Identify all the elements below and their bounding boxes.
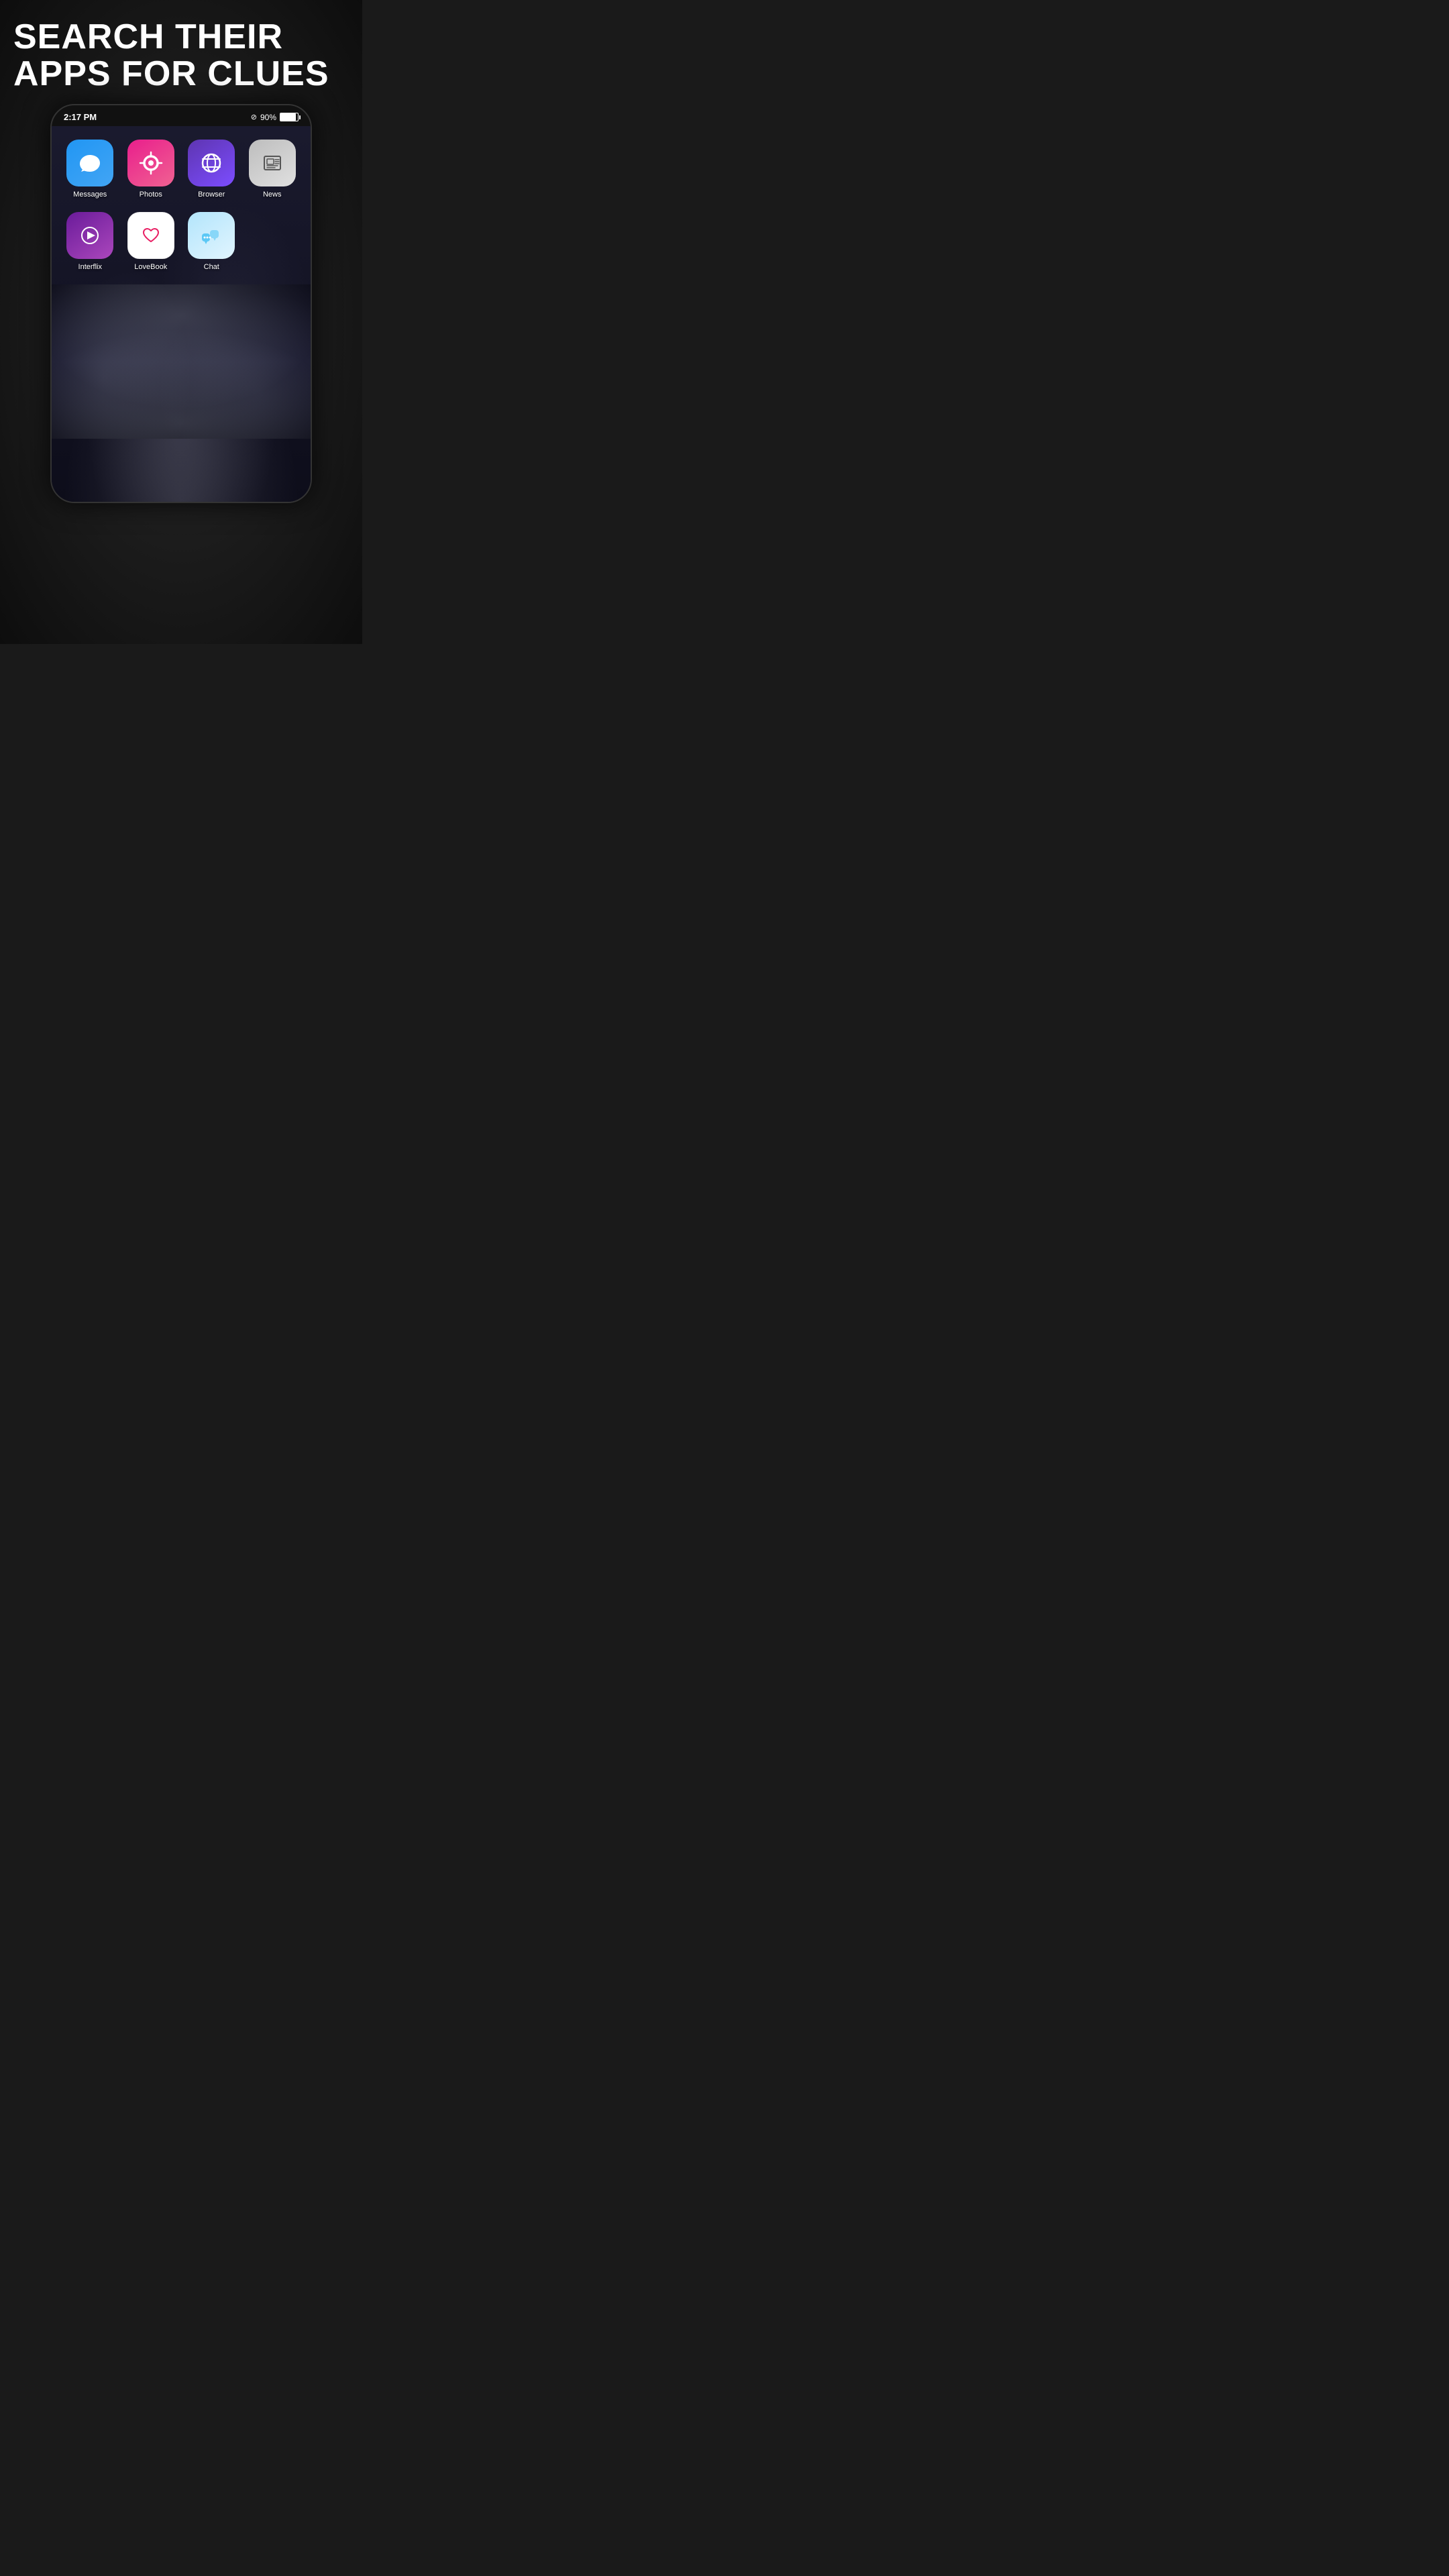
news-label: News — [263, 191, 282, 199]
app-messages[interactable]: Messages — [65, 140, 115, 199]
apps-row-1: Messages Photos — [52, 126, 311, 205]
signal-icon: ⊘ — [251, 113, 257, 121]
status-time: 2:17 PM — [64, 112, 97, 122]
chat-label: Chat — [204, 263, 219, 271]
empty-slot — [248, 212, 298, 271]
app-browser[interactable]: Browser — [186, 140, 237, 199]
browser-label: Browser — [198, 191, 225, 199]
phone-frame: 2:17 PM ⊘ 90% Messages — [50, 104, 312, 503]
lovebook-label: LoveBook — [134, 263, 167, 271]
headline-text: SEARCH THEIR APPS FOR CLUES — [13, 19, 349, 92]
battery-icon — [280, 113, 299, 121]
photos-label: Photos — [140, 191, 162, 199]
photos-icon — [127, 140, 174, 186]
messages-label: Messages — [73, 191, 107, 199]
battery-percent: 90% — [260, 113, 276, 122]
status-bar: 2:17 PM ⊘ 90% — [52, 105, 311, 126]
news-icon — [249, 140, 296, 186]
headline-section: SEARCH THEIR APPS FOR CLUES — [0, 0, 362, 104]
browser-icon — [188, 140, 235, 186]
app-photos[interactable]: Photos — [126, 140, 176, 199]
status-right: ⊘ 90% — [251, 113, 299, 122]
interflix-label: Interflix — [78, 263, 102, 271]
messages-icon — [66, 140, 113, 186]
lovebook-icon — [127, 212, 174, 259]
app-chat[interactable]: Chat — [186, 212, 237, 271]
app-lovebook[interactable]: LoveBook — [126, 212, 176, 271]
app-interflix[interactable]: Interflix — [65, 212, 115, 271]
app-news[interactable]: News — [248, 140, 298, 199]
phone-wallpaper: Messages Photos — [52, 126, 311, 502]
interflix-icon — [66, 212, 113, 259]
chat-icon — [188, 212, 235, 259]
smoke-decoration — [52, 284, 311, 439]
apps-row-2: Interflix LoveBook — [52, 205, 311, 284]
